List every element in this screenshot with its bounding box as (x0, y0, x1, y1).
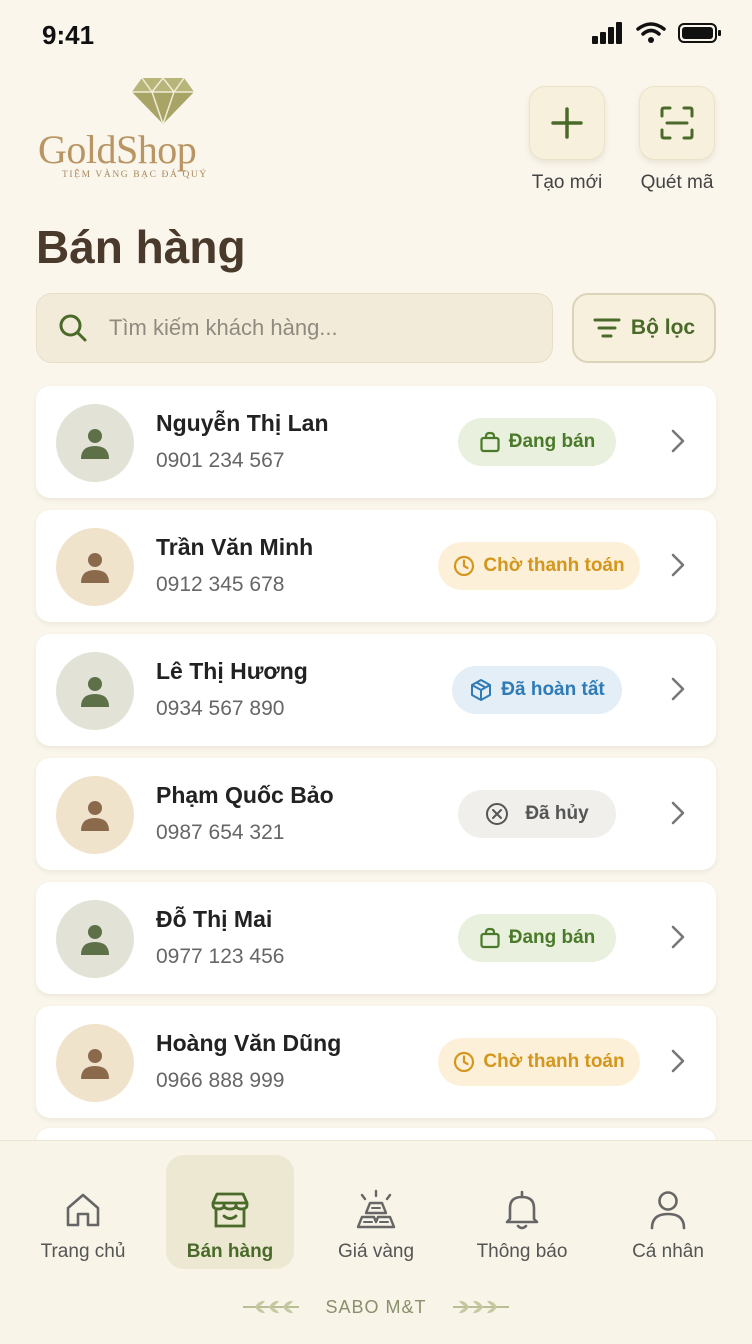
status-bar: 9:41 (0, 0, 752, 72)
customer-card[interactable]: Đỗ Thị Mai 0977 123 456 Đang bán (36, 882, 716, 994)
filter-label: Bộ lọc (630, 316, 696, 339)
status-label: Đã hủy (525, 803, 589, 824)
filter-icon (593, 318, 621, 338)
status-time: 9:41 (42, 20, 95, 50)
customer-phone: 0977 123 456 (156, 945, 285, 968)
store-icon (211, 1192, 249, 1228)
customer-name: Đỗ Thị Mai (156, 906, 273, 932)
search-input[interactable] (109, 294, 552, 362)
footer: SABO M&T (0, 1292, 752, 1322)
clock-icon (454, 1051, 475, 1073)
customer-phone: 0934 567 890 (156, 697, 285, 720)
chevron-right-icon (671, 677, 685, 701)
search-box[interactable] (36, 293, 553, 363)
create-new-label: Tạo mới (531, 172, 603, 193)
user-avatar-icon (81, 925, 109, 955)
filter-button[interactable]: Bộ lọc (572, 293, 716, 363)
customer-phone: 0966 888 999 (156, 1069, 285, 1092)
scan-code-button[interactable] (639, 86, 715, 160)
nav-label: Thông báo (476, 1241, 568, 1262)
brand-name: GoldShop (38, 127, 197, 172)
chevron-right-icon (671, 553, 685, 577)
customer-name: Phạm Quốc Bảo (156, 782, 334, 808)
customer-card[interactable]: Phạm Quốc Bảo 0987 654 321 Đã hủy (36, 758, 716, 870)
customer-card[interactable]: Lê Thị Hương 0934 567 890 Đã hoàn tất (36, 634, 716, 746)
nav-label: Trang chủ (40, 1241, 126, 1262)
avatar (56, 900, 134, 978)
nav-label: Cá nhân (632, 1241, 704, 1262)
nav-label: Bán hàng (186, 1241, 274, 1262)
package-icon (471, 679, 492, 701)
footer-text: SABO M&T (325, 1296, 427, 1317)
status-label: Đang bán (508, 431, 596, 452)
laurel-right-icon (452, 1300, 509, 1314)
create-new-button[interactable] (529, 86, 605, 160)
chevron-right-icon (671, 1049, 685, 1073)
status-label: Chờ thanh toán (483, 555, 625, 576)
brand-logo: GoldShop TIỆM VÀNG BẠC ĐÁ QUÝ (38, 74, 228, 184)
customer-card[interactable]: Trần Văn Minh 0912 345 678 Chờ thanh toá… (36, 510, 716, 622)
avatar (56, 528, 134, 606)
customer-phone: 0901 234 567 (156, 449, 285, 472)
status-badge: Đang bán (458, 914, 616, 962)
customer-name: Nguyễn Thị Lan (156, 410, 329, 436)
battery-icon (678, 23, 721, 43)
chevron-right-icon (671, 429, 685, 453)
page-title: Bán hàng (36, 221, 246, 273)
brand-tagline: TIỆM VÀNG BẠC ĐÁ QUÝ (62, 170, 208, 180)
status-badge: Đã hoàn tất (452, 666, 622, 714)
status-label: Đã hoàn tất (501, 679, 605, 700)
home-icon (66, 1193, 100, 1227)
customer-phone: 0912 345 678 (156, 573, 285, 596)
user-avatar-icon (81, 1049, 109, 1079)
clock-icon (454, 555, 475, 577)
gold-bar-icon (356, 1189, 396, 1229)
wifi-icon (636, 22, 666, 43)
customer-card[interactable]: Nguyễn Thị Lan 0901 234 567 Đang bán (36, 386, 716, 498)
user-avatar-icon (81, 801, 109, 831)
laurel-left-icon (243, 1300, 300, 1314)
scan-icon (660, 106, 694, 140)
status-label: Đang bán (508, 927, 596, 948)
status-icons (592, 22, 722, 44)
user-avatar-icon (81, 677, 109, 707)
signal-icon (592, 22, 622, 44)
shopping-bag-icon (480, 431, 500, 453)
scan-code-label: Quét mã (640, 172, 714, 193)
status-label: Chờ thanh toán (483, 1051, 625, 1072)
nav-item-notifications[interactable]: Thông báo (458, 1155, 586, 1269)
avatar (56, 404, 134, 482)
nav-label: Giá vàng (337, 1241, 415, 1262)
plus-icon (551, 107, 583, 139)
status-badge: Đang bán (458, 418, 616, 466)
avatar (56, 776, 134, 854)
nav-item-profile[interactable]: Cá nhân (604, 1155, 732, 1269)
customer-phone: 0987 654 321 (156, 821, 285, 844)
customer-name: Hoàng Văn Dũng (156, 1030, 342, 1056)
user-icon (650, 1191, 686, 1230)
status-badge: Đã hủy (458, 790, 616, 838)
chevron-right-icon (671, 801, 685, 825)
nav-item-sales[interactable]: Bán hàng (166, 1155, 294, 1269)
customer-card[interactable]: Hoàng Văn Dũng 0966 888 999 Chờ thanh to… (36, 1006, 716, 1118)
customer-name: Lê Thị Hương (156, 658, 308, 684)
bell-icon (505, 1190, 539, 1230)
shopping-bag-icon (480, 927, 500, 949)
nav-item-gold-price[interactable]: Giá vàng (312, 1155, 440, 1269)
avatar (56, 1024, 134, 1102)
chevron-right-icon (671, 925, 685, 949)
status-badge: Chờ thanh toán (438, 542, 640, 590)
search-icon (59, 314, 87, 342)
user-avatar-icon (81, 553, 109, 583)
status-badge: Chờ thanh toán (438, 1038, 640, 1086)
customer-name: Trần Văn Minh (156, 534, 314, 560)
nav-item-home[interactable]: Trang chủ (19, 1155, 147, 1269)
user-avatar-icon (81, 429, 109, 459)
diamond-icon (132, 76, 194, 126)
cancel-circle-icon (486, 803, 509, 825)
avatar (56, 652, 134, 730)
